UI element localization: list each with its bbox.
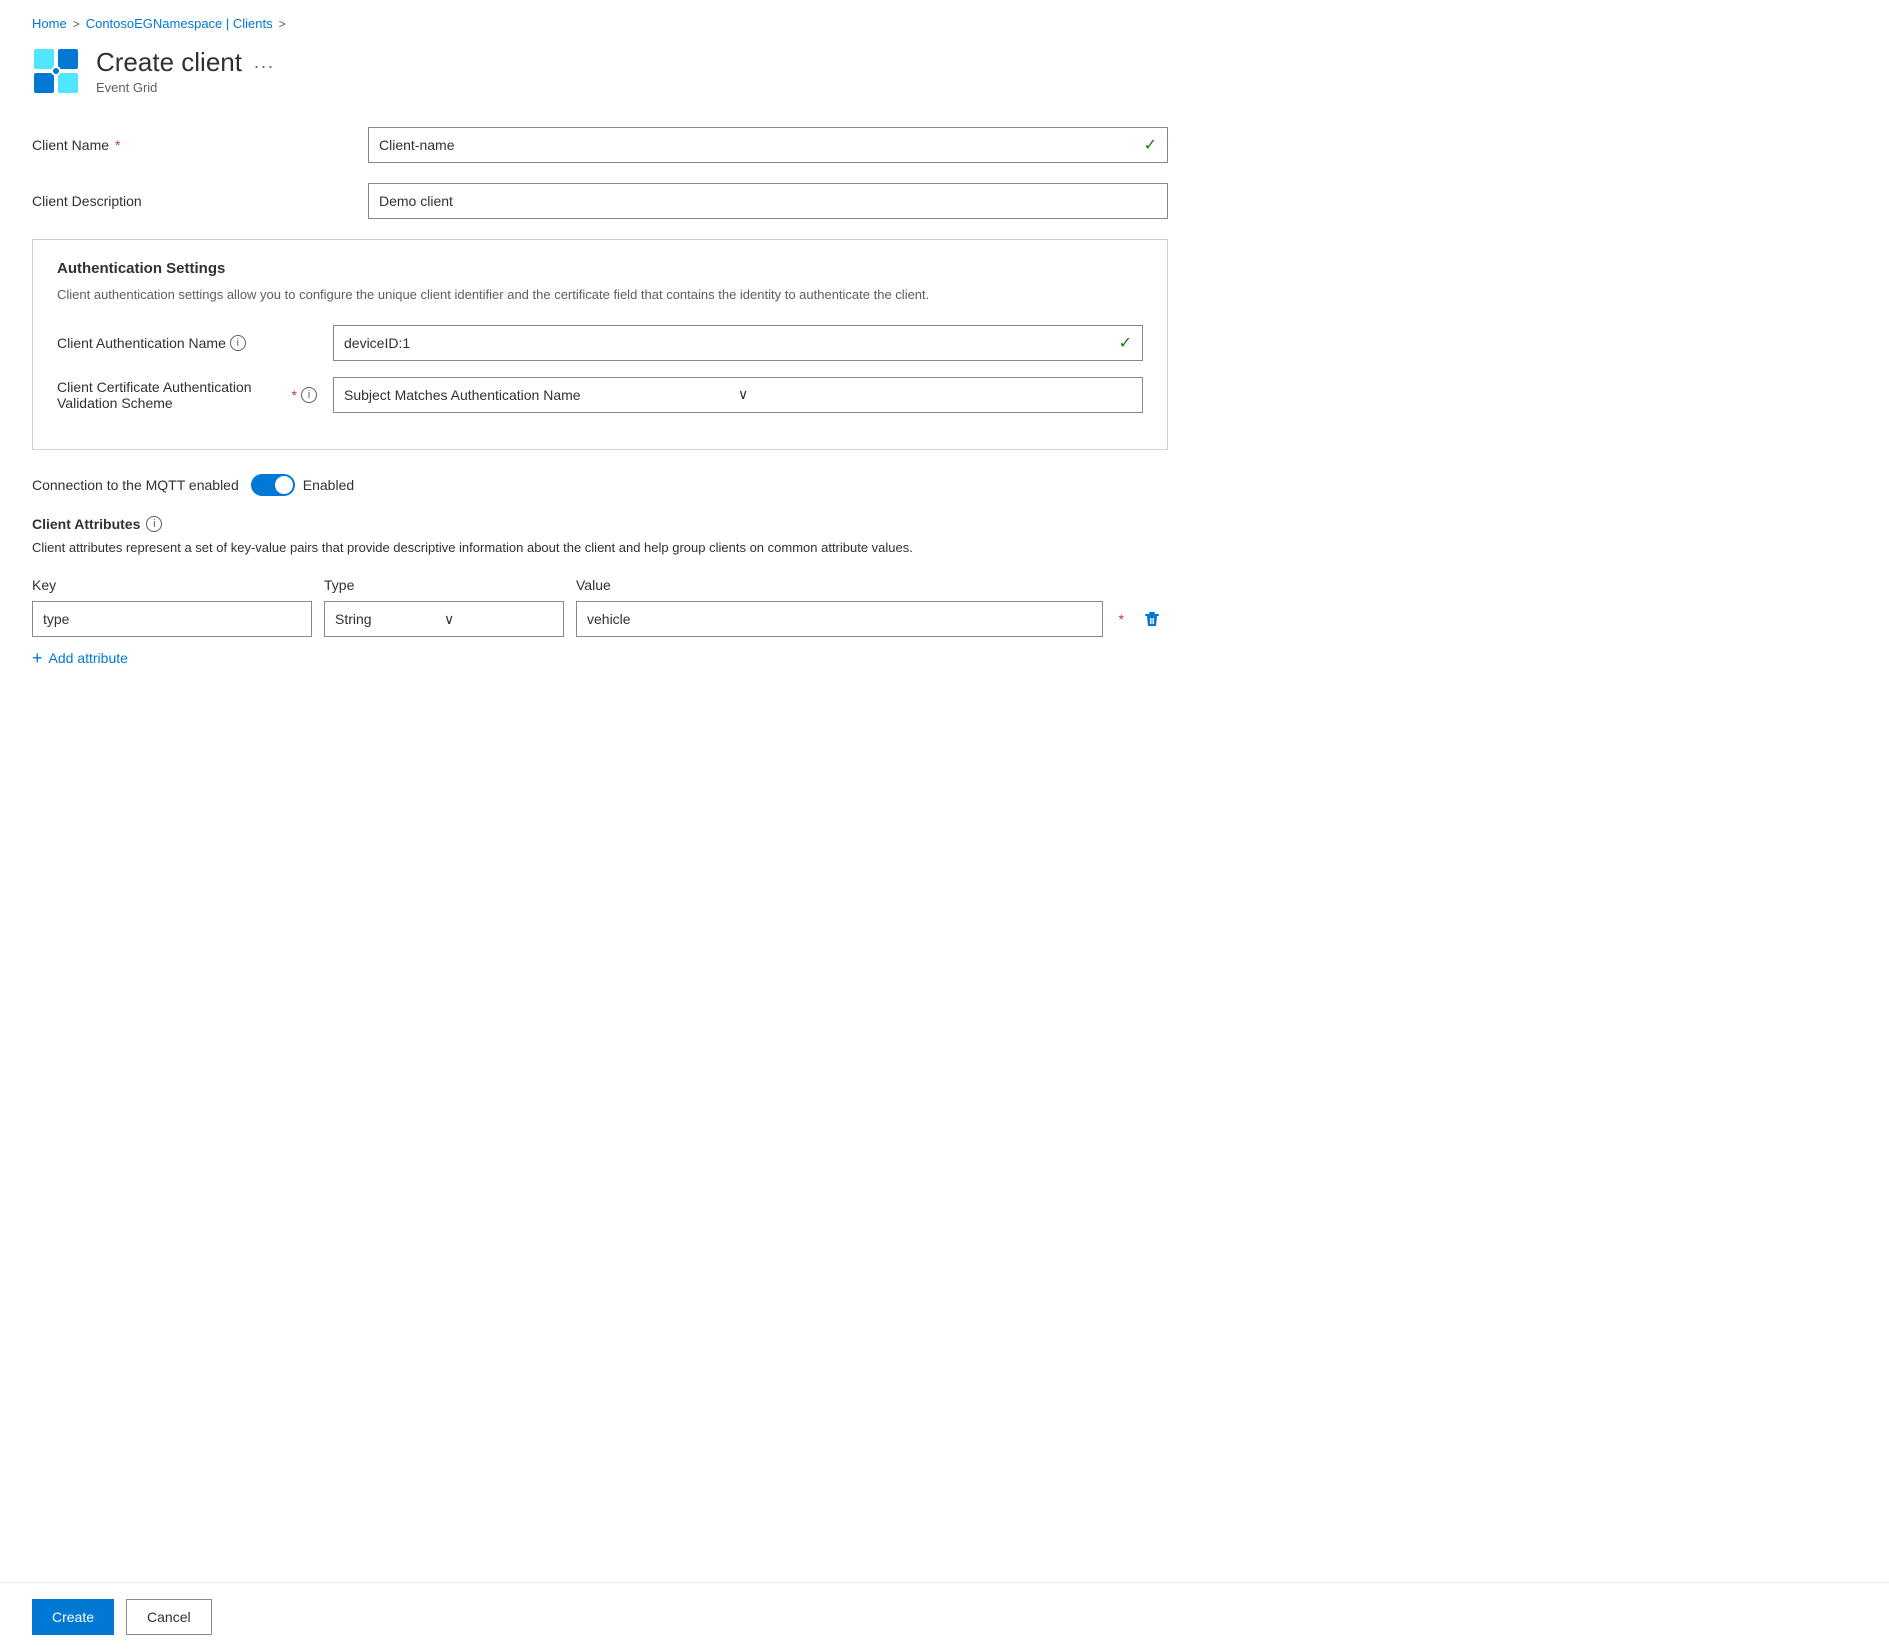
cert-scheme-dropdown[interactable]: Subject Matches Authentication Name ∨ — [333, 377, 1143, 413]
create-button[interactable]: Create — [32, 1599, 114, 1635]
page-subtitle: Event Grid — [96, 80, 275, 95]
client-name-row: Client Name * ✓ — [32, 127, 1168, 163]
mqtt-row: Connection to the MQTT enabled Enabled — [32, 474, 1168, 496]
client-attributes-title: Client Attributes — [32, 516, 140, 532]
attr-type-dropdown[interactable]: String ∨ — [324, 601, 564, 637]
table-row: String ∨ * — [32, 601, 1168, 637]
attr-delete-button[interactable] — [1136, 603, 1168, 635]
attr-type-dropdown-arrow: ∨ — [444, 611, 553, 628]
client-attributes-desc: Client attributes represent a set of key… — [32, 538, 1168, 558]
breadcrumb: Home > ContosoEGNamespace | Clients > — [32, 16, 1168, 31]
auth-settings-desc: Client authentication settings allow you… — [57, 285, 1143, 305]
breadcrumb-sep-1: > — [73, 17, 80, 31]
cancel-button[interactable]: Cancel — [126, 1599, 212, 1635]
cert-scheme-row: Client Certificate Authentication Valida… — [57, 377, 1143, 413]
mqtt-toggle-wrapper: Enabled — [251, 474, 354, 496]
cert-scheme-dropdown-arrow: ∨ — [738, 386, 1132, 403]
mqtt-toggle-status: Enabled — [303, 477, 354, 493]
auth-settings-box: Authentication Settings Client authentic… — [32, 239, 1168, 450]
auth-name-input[interactable] — [344, 335, 1111, 351]
delete-icon — [1144, 611, 1160, 627]
auth-name-row: Client Authentication Name i ✓ — [57, 325, 1143, 361]
cert-scheme-value: Subject Matches Authentication Name — [344, 387, 738, 403]
page-header: Create client ... Event Grid — [32, 47, 1168, 95]
client-description-input[interactable] — [379, 193, 1157, 209]
mqtt-label: Connection to the MQTT enabled — [32, 477, 239, 493]
add-plus-icon: + — [32, 649, 43, 667]
cert-scheme-label: Client Certificate Authentication Valida… — [57, 379, 317, 411]
attr-type-value: String — [335, 611, 444, 627]
client-description-row: Client Description — [32, 183, 1168, 219]
auth-name-check-icon: ✓ — [1119, 333, 1132, 353]
mqtt-toggle[interactable] — [251, 474, 295, 496]
client-name-label: Client Name * — [32, 137, 352, 153]
attr-col-type-header: Type — [324, 577, 564, 593]
attr-table-header: Key Type Value — [32, 577, 1168, 593]
client-name-input[interactable] — [379, 137, 1136, 153]
client-name-required: * — [115, 137, 120, 153]
client-name-field-wrapper: ✓ — [368, 127, 1168, 163]
auth-name-info-icon[interactable]: i — [230, 335, 246, 351]
add-attribute-label: Add attribute — [49, 650, 128, 666]
auth-name-label: Client Authentication Name i — [57, 335, 317, 351]
cert-scheme-required: * — [292, 387, 297, 403]
breadcrumb-home[interactable]: Home — [32, 16, 67, 31]
event-grid-icon — [32, 47, 80, 95]
page-ellipsis-menu[interactable]: ... — [254, 52, 275, 73]
page-title: Create client ... — [96, 47, 275, 78]
client-description-label: Client Description — [32, 193, 352, 209]
client-description-field-wrapper — [368, 183, 1168, 219]
page-title-block: Create client ... Event Grid — [96, 47, 275, 95]
breadcrumb-sep-2: > — [279, 17, 286, 31]
auth-settings-title: Authentication Settings — [57, 260, 1143, 277]
attr-col-value-header: Value — [576, 577, 1168, 593]
attr-col-key-header: Key — [32, 577, 312, 593]
bottom-bar: Create Cancel — [0, 1582, 1889, 1651]
attr-value-input[interactable] — [576, 601, 1103, 637]
client-attributes-title-row: Client Attributes i — [32, 516, 1168, 532]
add-attribute-button[interactable]: + Add attribute — [32, 645, 128, 671]
auth-name-field-wrapper: ✓ — [333, 325, 1143, 361]
client-attributes-info-icon[interactable]: i — [146, 516, 162, 532]
attr-key-input[interactable] — [32, 601, 312, 637]
client-name-check-icon: ✓ — [1144, 135, 1157, 155]
cert-scheme-info-icon[interactable]: i — [301, 387, 317, 403]
page-title-text: Create client — [96, 47, 242, 78]
attr-value-required: * — [1119, 611, 1124, 627]
breadcrumb-namespace[interactable]: ContosoEGNamespace | Clients — [86, 16, 273, 31]
